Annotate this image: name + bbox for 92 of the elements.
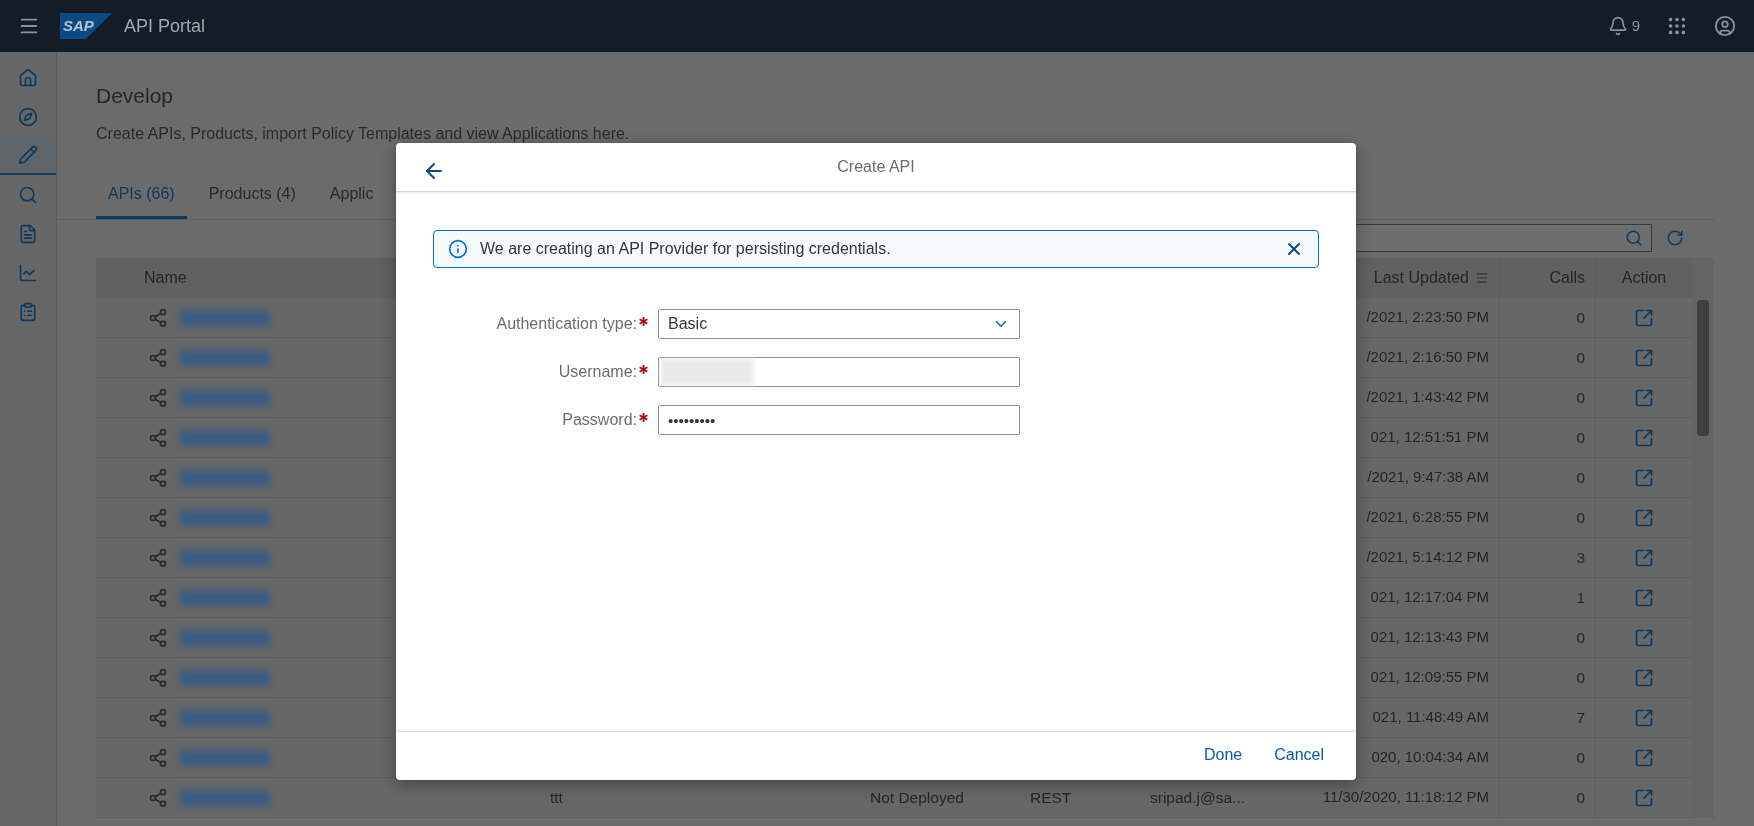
share-icon xyxy=(148,787,168,808)
share-icon xyxy=(148,547,168,568)
table-cell: sripad.j@sa... xyxy=(1150,788,1245,806)
open-external-icon[interactable] xyxy=(1634,507,1654,528)
table-cell-text: 021, 12:13:43 PM xyxy=(1370,627,1489,648)
app-title: API Portal xyxy=(124,14,206,38)
footer-button[interactable]: Done xyxy=(1191,738,1255,772)
table-cell-text: 020, 10:04:34 AM xyxy=(1371,747,1489,768)
home-icon xyxy=(18,67,38,88)
authentication-select[interactable]: Basic xyxy=(658,309,1020,339)
password-field[interactable]: ••••••••• xyxy=(658,405,1020,435)
bell-icon xyxy=(1607,16,1628,36)
table-cell-text: /2021, 9:47:38 AM xyxy=(1367,467,1489,488)
search-icon xyxy=(1625,229,1643,247)
checklist-icon xyxy=(18,301,38,322)
table-cell-text: 021, 12:51:51 PM xyxy=(1370,427,1489,448)
table-cell-text: 0 xyxy=(1576,307,1585,328)
table-cell-text: 0 xyxy=(1576,347,1585,368)
field-label: Username: xyxy=(558,362,637,382)
column-header: Last Updated xyxy=(1373,268,1469,288)
column-header: Action xyxy=(1620,268,1668,288)
sort-icon[interactable] xyxy=(1475,271,1489,285)
dialog-title: Create API xyxy=(837,157,915,177)
table-cell-text: 7 xyxy=(1576,707,1585,728)
share-icon xyxy=(148,347,168,368)
table-cell-text: 0 xyxy=(1576,387,1585,408)
info-icon xyxy=(448,239,468,259)
table-cell-text: 0 xyxy=(1576,507,1585,528)
open-external-icon[interactable] xyxy=(1634,707,1654,728)
table-cell-text: 11/30/2020, 11:18:12 PM xyxy=(1322,787,1489,808)
table-cell-text: /2021, 2:23:50 PM xyxy=(1366,307,1489,328)
sap-logo: SAP xyxy=(60,13,112,39)
field-label: Password: xyxy=(562,410,637,430)
share-icon xyxy=(148,307,168,328)
info-message-strip: We are creating an API Provider for persisting credentials. xyxy=(433,230,1319,268)
table-cell-text: 1 xyxy=(1576,587,1585,608)
column-header: Name xyxy=(144,268,188,288)
share-icon xyxy=(148,707,168,728)
open-external-icon[interactable] xyxy=(1634,747,1654,768)
table-cell-text: 021, 12:09:55 PM xyxy=(1370,667,1489,688)
line-chart-icon xyxy=(18,262,38,283)
share-icon xyxy=(148,387,168,408)
footer-button[interactable]: Cancel xyxy=(1262,738,1336,772)
share-icon xyxy=(148,587,168,608)
scrollbar-thumb[interactable] xyxy=(1697,300,1709,436)
share-icon xyxy=(148,467,168,488)
notifications-button[interactable]: 9 xyxy=(1607,14,1640,38)
table-cell-text: 0 xyxy=(1576,667,1585,688)
table-cell-text: 0 xyxy=(1576,787,1585,808)
open-external-icon[interactable] xyxy=(1634,587,1654,608)
table-cell-text: 0 xyxy=(1576,627,1585,648)
share-icon xyxy=(148,427,168,448)
open-external-icon[interactable] xyxy=(1634,347,1654,368)
username-field[interactable] xyxy=(658,357,1020,387)
table-cell-text: /2021, 6:28:55 PM xyxy=(1366,507,1489,528)
table-cell: ttt xyxy=(550,788,563,806)
open-external-icon[interactable] xyxy=(1634,627,1654,648)
table-row[interactable]: ttt Not Deployed REST sripad.j@sa... 11/30/2020, 11:18:12 PM 0 xyxy=(96,778,1692,818)
table-cell-text: 3 xyxy=(1576,547,1585,568)
field-label: Authentication type: xyxy=(496,314,637,334)
share-icon xyxy=(148,667,168,688)
page-subtitle: Create APIs, Products, import Policy Templates and view Applications here. xyxy=(96,124,631,144)
pencil-icon xyxy=(18,144,38,165)
open-external-icon[interactable] xyxy=(1634,387,1654,408)
refresh-icon[interactable] xyxy=(1666,229,1684,247)
share-icon xyxy=(148,747,168,768)
table-cell: REST xyxy=(1030,788,1072,806)
table-cell-text: 0 xyxy=(1576,467,1585,488)
magnifier-icon xyxy=(18,184,38,205)
open-external-icon[interactable] xyxy=(1634,427,1654,448)
open-external-icon[interactable] xyxy=(1634,307,1654,328)
compass-icon xyxy=(18,106,38,127)
table-cell-text: 0 xyxy=(1576,747,1585,768)
open-external-icon[interactable] xyxy=(1634,467,1654,488)
table-cell-text: /2021, 1:43:42 PM xyxy=(1366,387,1489,408)
table-cell-text: 0 xyxy=(1576,427,1585,448)
open-external-icon[interactable] xyxy=(1634,667,1654,688)
table-cell-text: 021, 12:17:04 PM xyxy=(1370,587,1489,608)
nav-item[interactable] xyxy=(0,136,56,175)
share-icon xyxy=(148,627,168,648)
table-cell-text: 021, 11:48:49 AM xyxy=(1372,707,1489,728)
user-avatar-icon[interactable] xyxy=(1714,15,1736,37)
table-cell: Not Deployed xyxy=(870,788,964,806)
app-grid-icon[interactable] xyxy=(1666,15,1688,37)
page-title: Develop xyxy=(96,83,175,109)
document-icon xyxy=(18,223,38,244)
table-cell-text: /2021, 2:16:50 PM xyxy=(1366,347,1489,368)
open-external-icon[interactable] xyxy=(1634,787,1654,808)
share-icon xyxy=(148,507,168,528)
table-cell-text: /2021, 5:14:12 PM xyxy=(1366,547,1489,568)
open-external-icon[interactable] xyxy=(1634,547,1654,568)
tab[interactable]: Products (4) xyxy=(196,172,308,219)
